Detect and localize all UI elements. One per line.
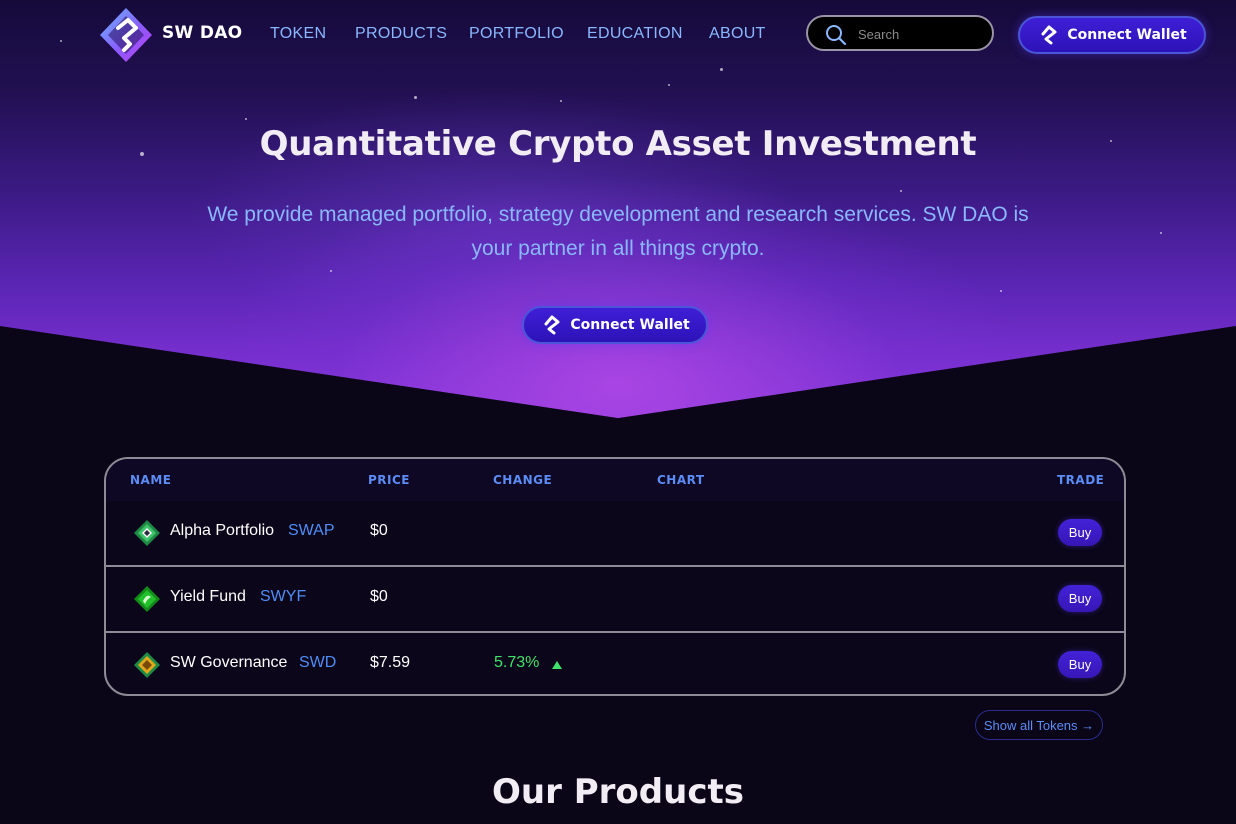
connect-wallet-label: Connect Wallet: [1067, 27, 1187, 43]
token-table: NAME PRICE CHANGE CHART TRADE Alpha Port…: [104, 457, 1126, 696]
products-section-title: Our Products: [492, 772, 744, 812]
column-header-price: PRICE: [368, 473, 411, 487]
nav-link-token[interactable]: TOKEN: [270, 25, 326, 43]
search-box[interactable]: [806, 15, 994, 51]
token-symbol: SWYF: [260, 588, 307, 605]
buy-button[interactable]: Buy: [1058, 585, 1102, 612]
star: [414, 96, 417, 99]
column-header-name: NAME: [130, 473, 172, 487]
star: [668, 84, 670, 86]
buy-button[interactable]: Buy: [1058, 519, 1102, 546]
hero-connect-wallet-button[interactable]: Connect Wallet: [522, 306, 708, 344]
column-header-trade: TRADE: [1057, 473, 1105, 487]
token-price: $0: [370, 522, 388, 539]
token-symbol: SWAP: [288, 522, 335, 539]
star: [1000, 290, 1002, 292]
yield-token-icon: [134, 586, 160, 612]
token-name: Alpha Portfolio: [170, 522, 275, 539]
alpha-token-icon: [134, 520, 160, 546]
wallet-logo-icon: [544, 315, 560, 335]
token-symbol: SWD: [299, 654, 337, 671]
buy-button[interactable]: Buy: [1058, 651, 1102, 678]
sw-dao-logo-icon[interactable]: [98, 6, 154, 64]
star: [560, 100, 562, 102]
hero-title: Quantitative Crypto Asset Investment: [259, 124, 977, 164]
star: [245, 118, 247, 120]
star: [1160, 232, 1162, 234]
token-name: Yield Fund: [170, 588, 246, 605]
show-all-tokens-button[interactable]: Show all Tokens →: [975, 710, 1103, 740]
table-header: NAME PRICE CHANGE CHART TRADE: [106, 459, 1124, 501]
column-header-change: CHANGE: [493, 473, 553, 487]
wallet-logo-icon: [1041, 25, 1057, 45]
table-row[interactable]: Yield Fund SWYF $0 Buy: [106, 566, 1124, 632]
connect-wallet-button[interactable]: Connect Wallet: [1018, 16, 1206, 54]
search-icon: [826, 25, 847, 46]
brand-name[interactable]: SW DAO: [162, 23, 242, 43]
change-up-arrow-icon: [552, 661, 562, 669]
table-row[interactable]: Alpha Portfolio SWAP $0 Buy: [106, 500, 1124, 566]
governance-token-icon: [134, 652, 160, 678]
search-input[interactable]: [856, 23, 988, 45]
table-row[interactable]: SW Governance SWD $7.59 5.73% Buy: [106, 632, 1124, 694]
token-name: SW Governance: [170, 654, 288, 671]
nav-link-about[interactable]: ABOUT: [709, 25, 766, 43]
nav-link-portfolio[interactable]: PORTFOLIO: [469, 25, 564, 43]
nav-link-education[interactable]: EDUCATION: [587, 25, 683, 43]
nav-link-products[interactable]: PRODUCTS: [355, 25, 447, 43]
column-header-chart: CHART: [657, 473, 705, 487]
hero-subtitle: We provide managed portfolio, strategy d…: [207, 203, 1029, 260]
token-price: $7.59: [370, 654, 411, 671]
hero-connect-wallet-label: Connect Wallet: [570, 317, 690, 333]
star: [330, 270, 332, 272]
token-price: $0: [370, 588, 388, 605]
token-change: 5.73%: [494, 654, 540, 671]
top-nav: SW DAO TOKEN PRODUCTS PORTFOLIO EDUCATIO…: [0, 0, 1236, 70]
star: [900, 190, 902, 192]
